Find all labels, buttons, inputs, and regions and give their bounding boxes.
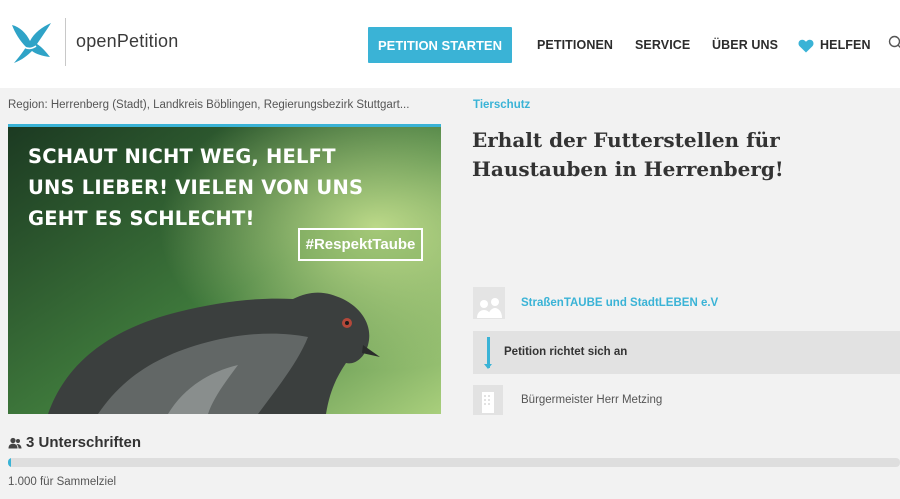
petition-title: Erhalt der Futterstellen für Haustauben …	[472, 128, 784, 181]
nav-service[interactable]: SERVICE	[635, 38, 690, 52]
dove-logo-icon[interactable]	[10, 19, 52, 65]
signature-count: 3 Unterschriften	[26, 434, 142, 451]
logo-text[interactable]: openPetition	[76, 31, 178, 52]
petition-image: SCHAUT NICHT WEG, HELFT UNS LIEBER! VIEL…	[8, 124, 441, 414]
addressed-to-box: Petition richtet sich an	[473, 331, 900, 374]
signature-progress-bar	[8, 458, 900, 467]
building-icon	[473, 385, 503, 415]
author-name[interactable]: StraßenTAUBE und StadtLEBEN e.V	[521, 297, 718, 309]
hashtag-badge: #RespektTaube	[298, 228, 423, 261]
signature-goal: 1.000 für Sammelziel	[8, 476, 117, 488]
region-breadcrumb[interactable]: Region: Herrenberg (Stadt), Landkreis Bö…	[8, 99, 438, 111]
author-row[interactable]: StraßenTAUBE und StadtLEBEN e.V	[473, 287, 900, 319]
nav-about[interactable]: ÜBER UNS	[712, 38, 778, 52]
group-avatar-icon	[473, 287, 505, 319]
signature-progress-fill	[8, 458, 11, 467]
logo-divider	[65, 18, 66, 66]
nav-help[interactable]: HELFEN	[820, 38, 871, 52]
category-tag[interactable]: Tierschutz	[473, 99, 530, 111]
search-icon[interactable]	[888, 35, 900, 51]
heart-icon	[798, 39, 814, 53]
recipient-row: Bürgermeister Herr Metzing	[473, 385, 900, 415]
start-petition-button[interactable]: PETITION STARTEN	[368, 27, 512, 63]
image-caption: SCHAUT NICHT WEG, HELFT UNS LIEBER! VIEL…	[28, 141, 363, 234]
site-header: openPetition PETITION STARTEN PETITIONEN…	[0, 0, 900, 88]
image-caption-line: UNS LIEBER! VIELEN VON UNS	[28, 176, 364, 199]
avatar	[473, 287, 505, 319]
users-icon	[8, 437, 22, 448]
signature-count-row: 3 Unterschriften	[8, 434, 141, 451]
recipient-name: Bürgermeister Herr Metzing	[521, 394, 663, 406]
image-caption-line: SCHAUT NICHT WEG, HELFT	[28, 145, 336, 168]
addressed-to-label: Petition richtet sich an	[504, 346, 628, 358]
nav-petitions[interactable]: PETITIONEN	[537, 38, 613, 52]
arrow-head-icon	[484, 364, 492, 369]
